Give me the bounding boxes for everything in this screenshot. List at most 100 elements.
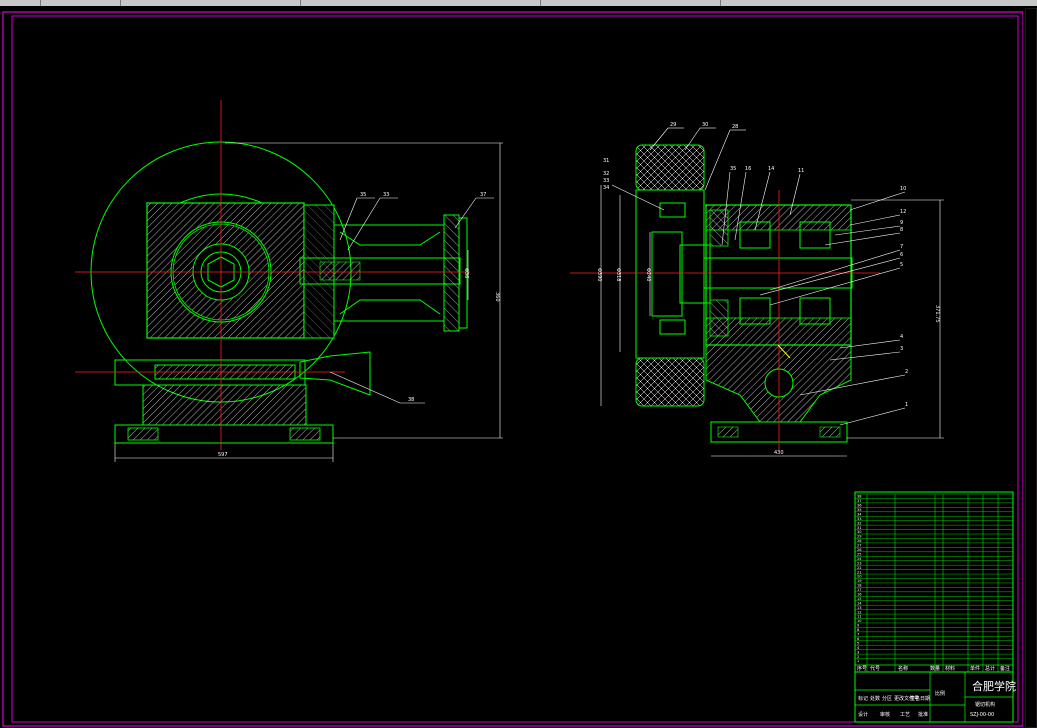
left-dim-height: 360	[494, 292, 500, 302]
title-block-mark-2: 处数	[870, 695, 880, 702]
right-dim-base-text: 430	[774, 450, 784, 456]
left-leader-38	[329, 371, 401, 404]
parts-header-1: 序号	[857, 665, 867, 672]
left-dim-width: 597	[218, 452, 228, 458]
scroll-track[interactable]	[1025, 8, 1037, 728]
right-dim-height-text: 371.75	[934, 305, 940, 323]
parts-row-number: 14	[857, 601, 862, 605]
title-block-mark-6: 日期	[920, 696, 930, 702]
parts-row-number: 24	[857, 557, 862, 561]
parts-header-2: 代号	[870, 665, 880, 672]
title-block-mark-3: 分区	[882, 695, 892, 702]
parts-row-number: 2	[857, 655, 859, 659]
right-foot-slot-r	[819, 426, 841, 438]
callout-7: 7	[900, 244, 903, 250]
right-view[interactable]: 430 371.75 Φ390 Φ318 Φ240 29 30 28 35 16…	[570, 122, 944, 457]
parts-header-3: 名称	[898, 665, 908, 672]
callout-35-right: 35	[730, 166, 736, 172]
cad-drawing-canvas[interactable]: 597 360 Φ36 35 33 37 38 430 371.75 Φ390 …	[0, 6, 1037, 728]
left-foot-slot-r	[289, 427, 321, 441]
parts-row-number: 13	[857, 606, 862, 610]
parts-header-5: 材料	[945, 665, 955, 672]
left-callout-33: 33	[383, 192, 389, 198]
parts-row-number: 28	[857, 539, 862, 543]
parts-header-7: 总计	[985, 665, 995, 672]
callout-14: 14	[768, 166, 774, 172]
right-wheel-hub	[651, 231, 683, 317]
parts-row-number: 19	[857, 579, 862, 583]
callout-3: 3	[900, 346, 903, 352]
callout-5: 5	[900, 262, 903, 268]
title-block-drawing-no: SZJ-00-00	[970, 712, 994, 718]
callout-31: 31	[603, 158, 609, 164]
parts-row-number: 23	[857, 561, 862, 565]
callout-30: 30	[702, 122, 708, 128]
parts-row-number: 7	[857, 633, 859, 637]
left-leader-33	[347, 197, 381, 251]
title-block-footer-3: 工艺	[900, 712, 910, 718]
parts-row-number: 34	[857, 512, 862, 516]
callout-34: 34	[603, 185, 609, 191]
parts-row-number: 22	[857, 566, 862, 570]
parts-row-number: 25	[857, 552, 862, 556]
parts-row-number: 1	[857, 659, 859, 663]
left-leader-35	[339, 197, 358, 241]
parts-row-number: 6	[857, 637, 860, 641]
parts-row-number: 31	[857, 526, 862, 530]
callout-33-right: 33	[603, 178, 609, 184]
callout-6: 6	[900, 252, 903, 258]
left-callout-37: 37	[480, 192, 486, 198]
parts-row-number: 33	[857, 517, 862, 521]
vertical-scrollbar[interactable]	[1023, 6, 1037, 728]
right-wheel-bottom	[635, 357, 705, 407]
parts-row-number: 30	[857, 530, 862, 534]
callout-8: 8	[900, 227, 903, 233]
left-base-arm	[299, 351, 371, 396]
title-block-school: 合肥学院	[972, 679, 1016, 693]
parts-row-number: 15	[857, 597, 862, 601]
right-dim-left-text-3: Φ240	[645, 268, 651, 281]
callout-29: 29	[670, 122, 676, 128]
parts-row-number: 21	[857, 570, 862, 574]
parts-row-number: 26	[857, 548, 862, 552]
callout-16: 16	[745, 166, 751, 172]
left-view[interactable]: 597 360 Φ36 35 33 37 38	[75, 100, 503, 462]
left-dim-shaft-text: Φ36	[463, 268, 469, 278]
left-leader-37	[454, 197, 477, 229]
right-foot-slot-l	[717, 426, 739, 438]
title-block[interactable]: 3837363534333231302928272625242322212019…	[854, 491, 1016, 723]
title-block-footer-2: 审核	[880, 711, 890, 718]
parts-row-number: 20	[857, 575, 862, 579]
callout-2: 2	[905, 369, 908, 375]
callout-28: 28	[732, 124, 738, 130]
right-seal-bottom	[709, 299, 729, 337]
parts-header-6: 单件	[970, 665, 980, 672]
parts-list-table: 3837363534333231302928272625242322212019…	[854, 493, 1014, 672]
parts-row-number: 29	[857, 535, 862, 539]
parts-row-number: 36	[857, 504, 862, 508]
parts-row-number: 5	[857, 641, 859, 645]
left-pulley-groove-bottom	[339, 299, 441, 315]
parts-row-number: 27	[857, 544, 862, 548]
parts-row-number: 35	[857, 508, 862, 512]
callout-4: 4	[900, 334, 903, 340]
parts-row-number: 12	[857, 610, 862, 614]
parts-row-number: 3	[857, 650, 859, 654]
callout-11: 11	[798, 168, 804, 174]
parts-row-number: 18	[857, 584, 862, 588]
title-block-drawing-title: 锯切机构	[975, 701, 995, 708]
callout-12: 12	[900, 209, 906, 215]
callout-1: 1	[905, 402, 908, 408]
left-end-plate	[443, 214, 460, 332]
parts-row-number: 37	[857, 499, 862, 503]
title-block-footer-4: 批准	[918, 711, 928, 718]
parts-row-number: 16	[857, 592, 862, 596]
right-wheel-top	[635, 144, 705, 191]
left-callout-35: 35	[360, 192, 366, 198]
title-block-scale: 比例	[935, 690, 945, 697]
parts-row-number: 11	[857, 615, 862, 619]
parts-row-number: 8	[857, 628, 860, 632]
title-block-footer-1: 设计	[858, 711, 868, 718]
parts-row-number: 9	[857, 624, 860, 628]
parts-header-4: 数量	[930, 665, 940, 672]
